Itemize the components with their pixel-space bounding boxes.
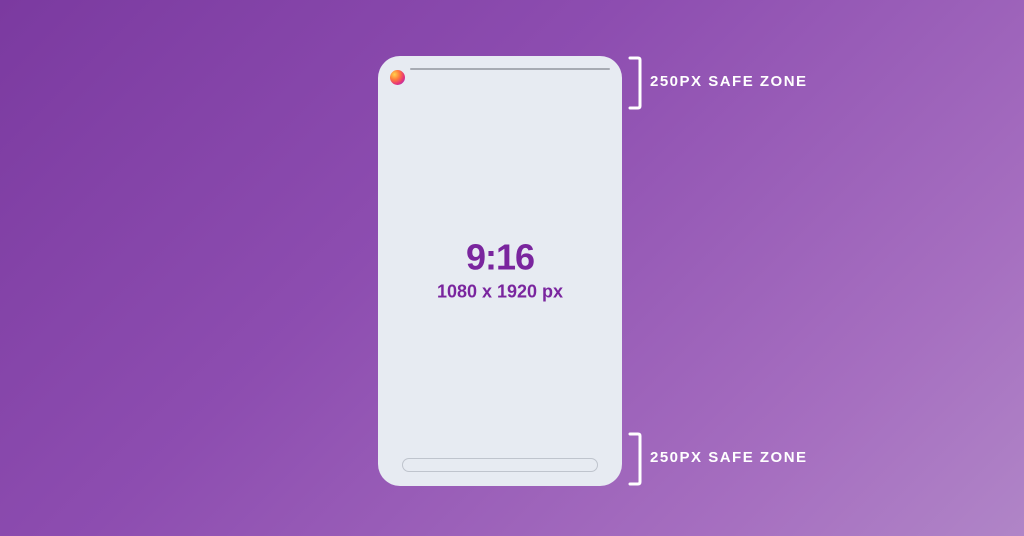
pixel-dimensions-text: 1080 x 1920 px: [378, 282, 622, 303]
story-progress-bar: [410, 68, 610, 70]
aspect-ratio-text: 9:16: [378, 240, 622, 276]
center-info: 9:16 1080 x 1920 px: [378, 240, 622, 303]
bottom-safe-zone-label: 250PX SAFE ZONE: [650, 449, 808, 466]
bracket-bottom-icon: [628, 432, 642, 486]
story-avatar-icon: [390, 70, 405, 85]
top-safe-zone-label: 250PX SAFE ZONE: [650, 73, 808, 90]
swipe-up-pill: [402, 458, 598, 472]
story-size-diagram: 9:16 1080 x 1920 px 250PX SAFE ZONE 250P…: [0, 0, 1024, 536]
story-frame: 9:16 1080 x 1920 px: [378, 56, 622, 486]
bracket-top-icon: [628, 56, 642, 110]
